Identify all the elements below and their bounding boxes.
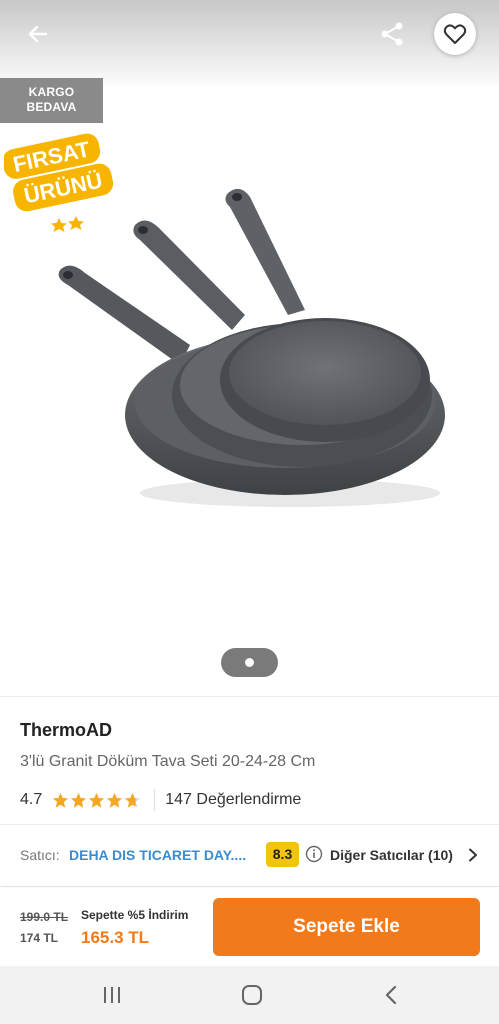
- other-sellers-link[interactable]: Diğer Satıcılar (10): [330, 847, 453, 863]
- pager-dot-active: [245, 658, 254, 667]
- star-half-icon: [125, 792, 141, 808]
- cargo-badge-line2: BEDAVA: [26, 100, 77, 114]
- badge-star-icon: [51, 218, 67, 232]
- product-gallery[interactable]: KARGO BEDAVA FIRSAT ÜRÜNÜ: [0, 0, 499, 696]
- seller-name-link[interactable]: DEHA DIS TICARET DAY....: [69, 847, 246, 863]
- star-full-icon: [71, 792, 87, 808]
- opportunity-product-badge: FIRSAT ÜRÜNÜ: [4, 133, 114, 232]
- add-to-cart-button[interactable]: Sepete Ekle: [213, 898, 480, 956]
- seller-label: Satıcı:: [20, 847, 60, 863]
- rating-value: 4.7: [20, 791, 43, 808]
- system-navigation-bar: [0, 966, 499, 1024]
- old-price: 199.0 TL: [20, 910, 69, 924]
- home-button[interactable]: [237, 980, 267, 1010]
- chevron-right-icon[interactable]: [467, 848, 479, 862]
- seller-row: Satıcı: DEHA DIS TICARET DAY.... 8.3 Diğ…: [0, 824, 499, 887]
- rating-separator: [154, 789, 156, 811]
- free-shipping-badge: KARGO BEDAVA: [0, 78, 103, 123]
- cart-discount-label: Sepette %5 İndirim: [81, 908, 189, 922]
- product-brand[interactable]: ThermoAD: [20, 720, 112, 741]
- recent-apps-button[interactable]: [97, 980, 127, 1010]
- gallery-pager: [221, 648, 278, 677]
- info-circle-icon[interactable]: [305, 845, 323, 863]
- rating-row[interactable]: 4.7 147 Değerlendirme: [20, 789, 301, 811]
- home-icon: [242, 985, 262, 1005]
- seller-score-badge: 8.3: [266, 842, 299, 867]
- star-full-icon: [53, 792, 69, 808]
- star-full-icon: [89, 792, 105, 808]
- system-back-button[interactable]: [376, 980, 406, 1010]
- rating-stars: [52, 792, 142, 809]
- review-count-link[interactable]: 147 Değerlendirme: [165, 791, 301, 809]
- arrow-left-icon: [28, 25, 48, 43]
- price-bar: 199.0 TL 174 TL Sepette %5 İndirim 165.3…: [0, 888, 499, 966]
- discounted-price: 165.3 TL: [81, 928, 150, 947]
- top-gradient: [0, 0, 499, 90]
- cargo-badge-line1: KARGO: [28, 85, 75, 99]
- recent-apps-icon: [104, 987, 120, 1003]
- badge-star-icon: [68, 216, 84, 230]
- star-full-icon: [107, 792, 123, 808]
- share-icon: [381, 22, 403, 46]
- share-button[interactable]: [372, 14, 412, 54]
- base-price: 174 TL: [20, 931, 59, 945]
- heart-outline-icon: [443, 24, 467, 44]
- product-info-divider: [0, 696, 499, 697]
- back-button[interactable]: [18, 14, 58, 54]
- product-title: 3'lü Granit Döküm Tava Seti 20-24-28 Cm: [20, 753, 316, 770]
- favorite-button[interactable]: [434, 13, 476, 55]
- chevron-left-icon: [385, 985, 397, 1005]
